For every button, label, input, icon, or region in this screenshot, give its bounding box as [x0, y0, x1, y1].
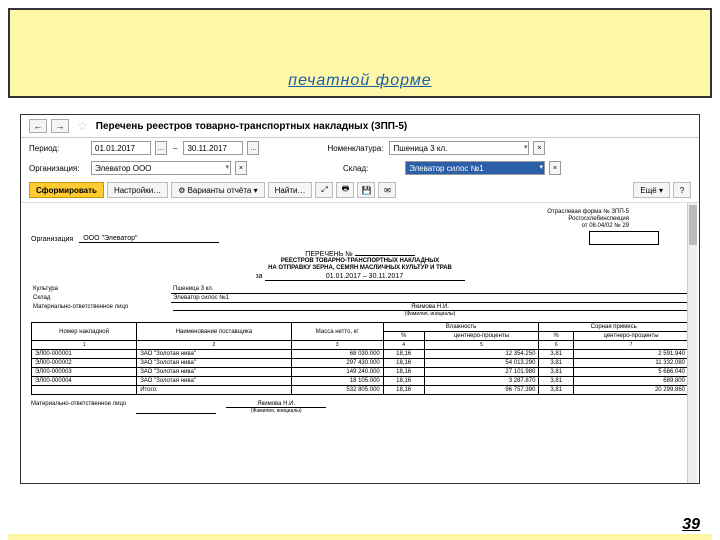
save-button[interactable]: 💾	[357, 182, 375, 198]
org-select[interactable]: Элеватор ООО▾	[91, 161, 231, 175]
sklad-select[interactable]: Элеватор силос №1▾	[405, 161, 545, 175]
slide-header: печатной форме	[8, 8, 712, 98]
vertical-scrollbar[interactable]	[687, 203, 697, 484]
header-link: печатной форме	[288, 72, 431, 90]
settings-button[interactable]: Настройки…	[107, 182, 168, 198]
chevron-down-icon: ▾	[225, 163, 229, 171]
table-row: ЭЛ00-000003ЗАО "Золотая нива"149 240.000…	[32, 368, 689, 377]
period-from-picker[interactable]: …	[155, 141, 167, 155]
table-row: ЭЛ00-000002ЗАО "Золотая нива"297 430.000…	[32, 359, 689, 368]
find-button[interactable]: Найти…	[268, 182, 313, 198]
bottom-accent	[8, 534, 712, 540]
org-label: Организация:	[29, 164, 87, 173]
nomen-clear[interactable]: ×	[533, 141, 545, 155]
kultura-label: Культура	[31, 285, 171, 294]
nomen-select[interactable]: Пшеница 3 кл.▾	[389, 141, 529, 155]
sklad-clear[interactable]: ×	[549, 161, 561, 175]
favorite-icon[interactable]: ☆	[77, 119, 88, 133]
nomen-label: Номенклатура:	[327, 144, 385, 153]
toolbar: Сформировать Настройки… ⚙ Варианты отчёт…	[21, 178, 699, 203]
email-button[interactable]: ✉	[378, 182, 396, 198]
table-row: ЭЛ00-000004ЗАО "Золотая нива"18 105.0001…	[32, 377, 689, 386]
content-area: ← → ☆ Перечень реестров товарно-транспор…	[0, 106, 720, 528]
gear-icon: ⚙	[178, 186, 185, 195]
data-table: Номер накладной Наименование поставщика …	[31, 322, 689, 395]
nav-forward-button[interactable]: →	[51, 119, 69, 133]
period-to-picker[interactable]: …	[247, 141, 259, 155]
org-clear[interactable]: ×	[235, 161, 247, 175]
titlebar: ← → ☆ Перечень реестров товарно-транспор…	[21, 115, 699, 138]
sklad-label: Склад:	[343, 164, 401, 173]
variants-button[interactable]: ⚙ Варианты отчёта ▾	[171, 182, 264, 198]
form-code: Отраслевая форма № ЗПП-5 Росгосхлебинспе…	[547, 209, 629, 231]
help-button[interactable]: ?	[673, 182, 691, 198]
report-body: Отраслевая форма № ЗПП-5 Росгосхлебинспе…	[21, 203, 699, 484]
table-row: ЭЛ00-000001ЗАО "Золотая нива"68 030.0001…	[32, 350, 689, 359]
window-title: Перечень реестров товарно-транспортных н…	[96, 121, 407, 132]
mail-icon: ✉	[384, 186, 391, 195]
nav-back-button[interactable]: ←	[29, 119, 47, 133]
mol-label: Материально-ответственное лицо	[31, 303, 171, 318]
sklad-print-label: Склад	[31, 294, 171, 303]
form-button[interactable]: Сформировать	[29, 182, 104, 198]
expand-button[interactable]: ⤢	[315, 182, 333, 198]
chevron-down-icon: ▾	[524, 143, 528, 151]
more-button[interactable]: Ещё ▾	[633, 182, 670, 198]
org-print-value: ООО "Элеватор"	[79, 235, 219, 243]
period-from-input[interactable]: 01.01.2017	[91, 141, 151, 155]
period-to-input[interactable]: 30.11.2017	[183, 141, 243, 155]
period-label: Период:	[29, 144, 87, 153]
print-button[interactable]: 🖶	[336, 182, 354, 198]
code-box	[589, 231, 659, 245]
chevron-down-icon: ▾	[539, 163, 543, 171]
save-icon: 💾	[361, 186, 371, 195]
org-print-label: Организация	[31, 236, 73, 243]
print-icon: 🖶	[342, 183, 350, 197]
app-window: ← → ☆ Перечень реестров товарно-транспор…	[20, 114, 700, 484]
page-number: 39	[682, 516, 700, 534]
table-total-row: Итого:532 805.00018,1696 757.3903,8120 2…	[32, 386, 689, 395]
